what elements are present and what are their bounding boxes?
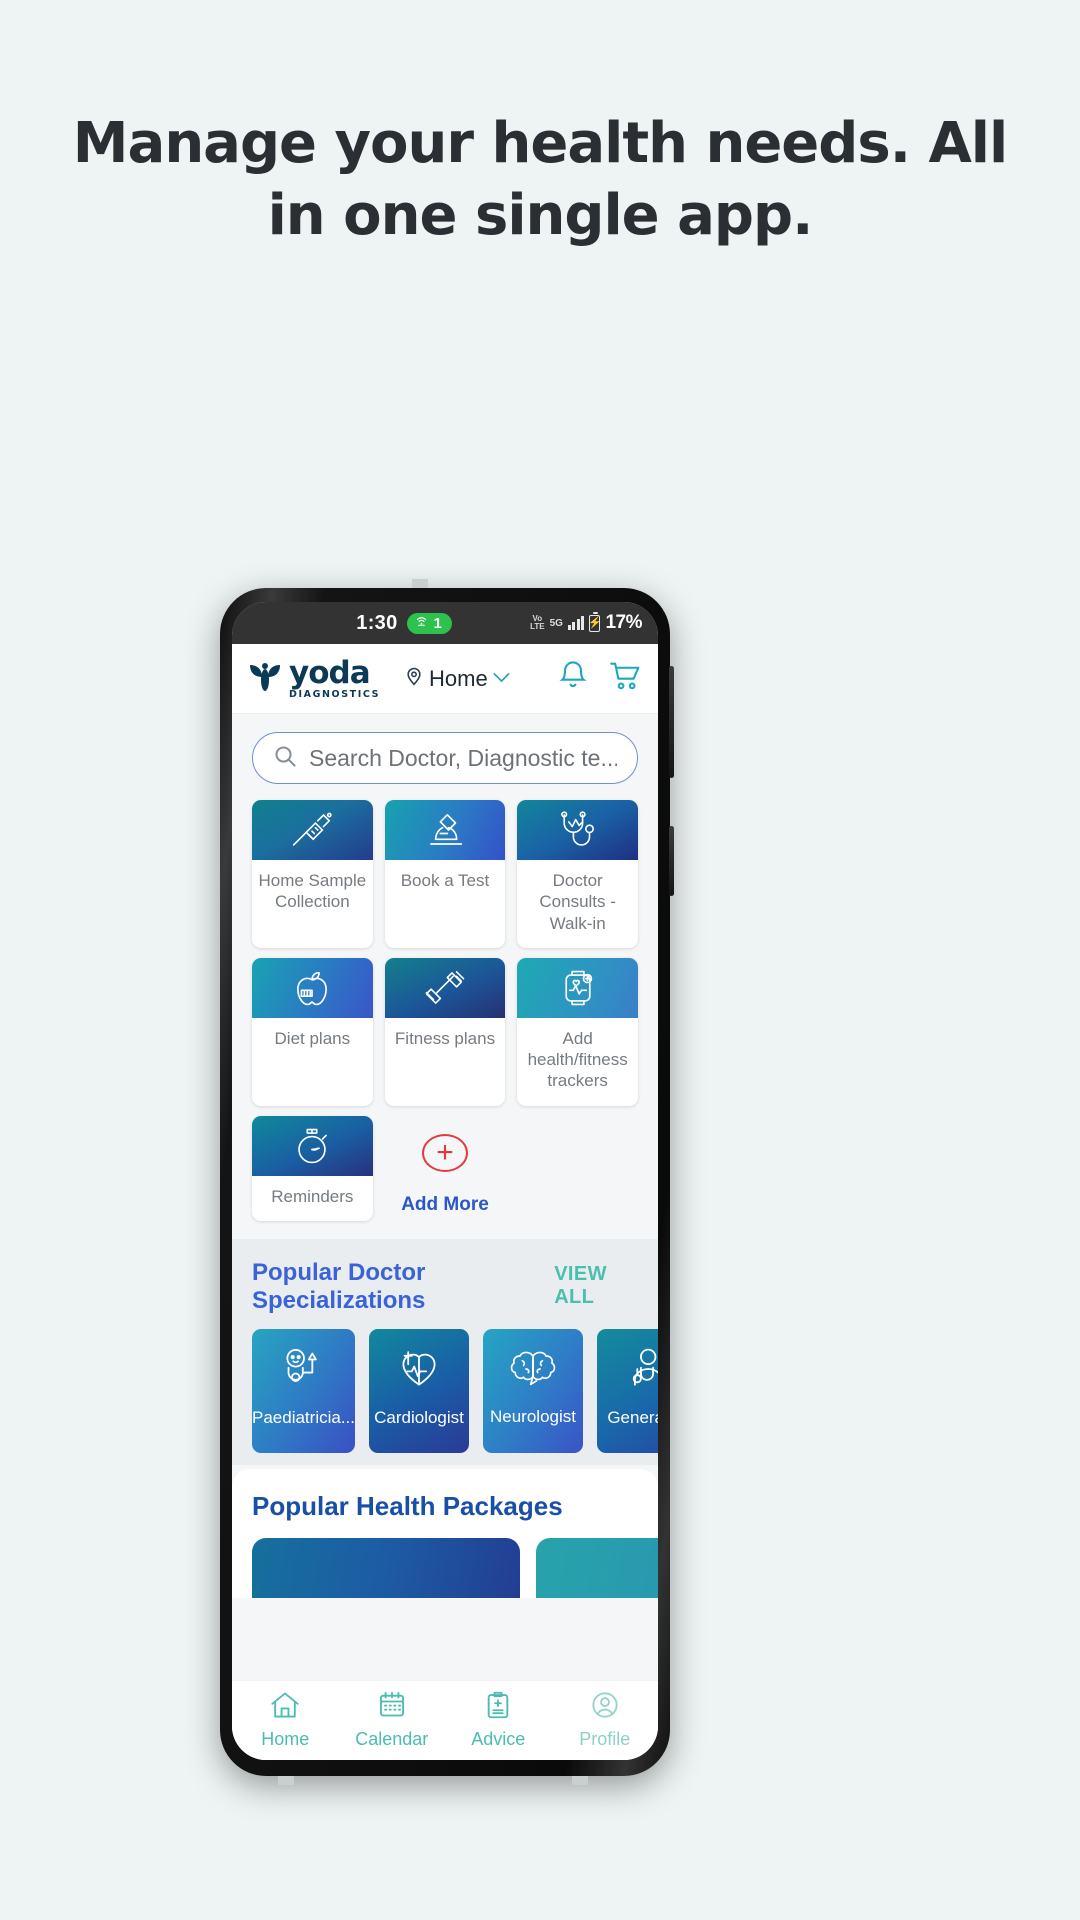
phone-mockup: 1:30 1 Vo LTE 5G ⚡ 17% yoda DIAGNOSTICS … (220, 579, 674, 1785)
service-tile-label: Add health/fitness trackers (527, 1028, 628, 1091)
user-icon (591, 1691, 619, 1724)
hotspot-icon (414, 615, 429, 632)
status-time: 1:30 (356, 611, 398, 634)
package-card[interactable] (252, 1537, 520, 1598)
specialization-label: Cardiologist (374, 1408, 464, 1428)
add-more-label: Add More (401, 1193, 489, 1215)
service-tile-add-health-fitness-trackers[interactable]: Add health/fitness trackers (517, 957, 638, 1106)
brain-icon (507, 1348, 559, 1395)
chevron-down-icon[interactable] (493, 670, 510, 688)
view-all-link[interactable]: VIEW ALL (554, 1263, 638, 1309)
hotspot-count: 1 (433, 614, 442, 632)
stopwatch-icon (252, 1115, 373, 1176)
service-tile-label: Home Sample Collection (258, 871, 367, 912)
service-tile-doctor-consults-walkin[interactable]: Doctor Consults - Walk-in (517, 800, 638, 948)
search-icon (273, 744, 297, 773)
specializations-title: Popular Doctor Specializations (252, 1258, 426, 1314)
brand-name: yoda (289, 654, 371, 691)
header-actions (558, 660, 642, 697)
search-input[interactable]: Search Doctor, Diagnostic te... (252, 732, 638, 784)
service-tile-home-sample-collection[interactable]: Home Sample Collection (252, 800, 373, 948)
location-selector[interactable]: Home (404, 665, 510, 692)
smartwatch-icon (517, 957, 638, 1018)
calendar-icon (378, 1691, 406, 1724)
network-type-label: 5G (549, 617, 563, 629)
volume-button[interactable] (669, 666, 674, 778)
frame-nub-bottom-left (278, 1776, 294, 1785)
packages-title: Popular Health Packages (252, 1490, 563, 1521)
clipboard-icon (485, 1691, 511, 1724)
specialization-label: General M (607, 1408, 658, 1428)
package-card[interactable] (536, 1537, 658, 1598)
specializations-header: Popular Doctor Specializations VIEW ALL (232, 1259, 658, 1329)
brand-logo[interactable]: yoda DIAGNOSTICS (248, 654, 381, 700)
status-bar: 1:30 1 Vo LTE 5G ⚡ 17% (232, 602, 658, 644)
volte-icon: Vo LTE (530, 614, 545, 631)
baby-stethoscope-icon (279, 1347, 329, 1396)
frame-nub-top (412, 579, 428, 588)
home-icon (270, 1691, 300, 1724)
search-placeholder: Search Doctor, Diagnostic te... (309, 744, 617, 771)
add-more-button[interactable]: + Add More (385, 1116, 506, 1221)
stethoscope-icon (517, 800, 638, 860)
service-tile-diet-plans[interactable]: Diet plans (252, 957, 373, 1106)
services-grid: Home Sample Collection Book a Test Docto… (232, 798, 658, 1239)
status-bar-left: 1:30 1 (248, 612, 530, 635)
packages-section: Popular Health Packages (232, 1468, 658, 1598)
search-section: Search Doctor, Diagnostic te... (232, 714, 658, 798)
nav-label: Calendar (355, 1729, 429, 1749)
service-tile-label: Reminders (271, 1186, 354, 1206)
plus-circle-icon: + (421, 1133, 468, 1172)
service-tile-label: Book a Test (400, 871, 490, 890)
notification-bell-icon[interactable] (558, 660, 588, 697)
specialization-card-paediatrician[interactable]: Paediatricia... (252, 1328, 355, 1453)
signal-bars-icon (567, 616, 585, 630)
syringe-icon (252, 800, 373, 860)
specializations-section: Popular Doctor Specializations VIEW ALL (232, 1238, 658, 1465)
frame-nub-bottom-right (572, 1776, 588, 1785)
location-pin-icon (404, 665, 424, 692)
dumbbell-icon (384, 957, 506, 1018)
service-tile-label: Doctor Consults - Walk-in (539, 871, 616, 933)
brand-tagline: DIAGNOSTICS (289, 688, 381, 700)
app-header: yoda DIAGNOSTICS Home (232, 644, 658, 714)
location-label: Home (429, 665, 488, 691)
service-tile-label: Diet plans (274, 1028, 351, 1048)
brand-logo-text: yoda DIAGNOSTICS (289, 654, 381, 700)
leaf-logo-icon (248, 660, 282, 697)
specialization-label: Neurologist (490, 1407, 576, 1427)
specialization-card-cardiologist[interactable]: Cardiologist (369, 1328, 469, 1453)
cart-icon[interactable] (610, 661, 642, 696)
packages-row (252, 1537, 658, 1598)
nav-item-home[interactable]: Home (232, 1691, 339, 1750)
nav-item-calendar[interactable]: Calendar (339, 1691, 446, 1750)
bottom-navigation: Home Calendar Advice Profile (232, 1680, 658, 1760)
service-tile-reminders[interactable]: Reminders (252, 1115, 373, 1221)
power-button[interactable] (669, 826, 674, 896)
doctor-icon (624, 1347, 658, 1396)
status-bar-right: Vo LTE 5G ⚡ 17% (530, 612, 642, 634)
page-title: Manage your health needs. All in one sin… (72, 111, 1008, 248)
battery-percent: 17% (605, 612, 642, 633)
nav-label: Home (261, 1729, 310, 1749)
service-tile-fitness-plans[interactable]: Fitness plans (384, 957, 506, 1106)
specialization-card-neurologist[interactable]: Neurologist (483, 1328, 583, 1453)
battery-charging-icon: ⚡ (588, 612, 602, 632)
nav-label: Advice (471, 1729, 526, 1749)
hotspot-badge: 1 (406, 612, 452, 634)
nav-item-advice[interactable]: Advice (445, 1691, 552, 1750)
nav-item-profile[interactable]: Profile (552, 1691, 659, 1750)
grid-spacer (517, 1116, 638, 1221)
nav-label: Profile (579, 1729, 631, 1749)
microscope-icon (384, 800, 506, 860)
phone-screen: 1:30 1 Vo LTE 5G ⚡ 17% yoda DIAGNOSTICS … (232, 602, 658, 1760)
service-tile-label: Fitness plans (394, 1028, 496, 1048)
heart-icon (395, 1347, 443, 1396)
specialization-card-general-medicine[interactable]: General M (597, 1328, 658, 1453)
app-content: Search Doctor, Diagnostic te... Home Sam… (232, 714, 658, 1760)
service-tile-book-a-test[interactable]: Book a Test (384, 800, 506, 948)
apple-icon (252, 957, 373, 1018)
specialization-label: Paediatricia... (252, 1408, 355, 1428)
specializations-row[interactable]: Paediatricia... Cardiologist Neurologist… (232, 1328, 658, 1453)
